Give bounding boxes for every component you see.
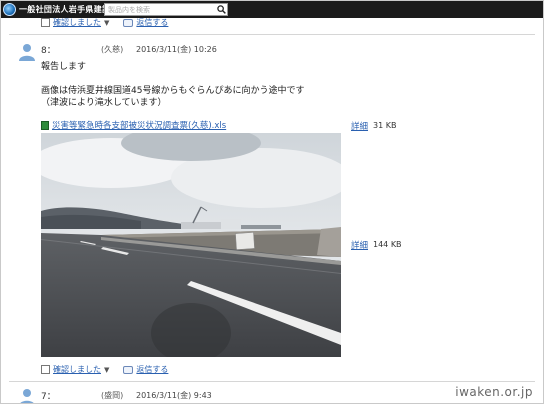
reply-icon (123, 18, 134, 27)
post-actions: 確認しました ▼ 返信する (41, 364, 182, 375)
post-author: (盛岡) (101, 391, 124, 400)
road-photo-image (41, 133, 341, 357)
post-body-line (41, 73, 304, 85)
divider (9, 381, 535, 382)
divider (9, 34, 535, 35)
post-number: 8： (41, 46, 56, 56)
org-emblem-icon (3, 3, 16, 16)
attachment-detail-link[interactable]: 詳細 (351, 120, 368, 132)
search-button[interactable] (215, 4, 227, 15)
search-box (104, 3, 228, 16)
user-avatar-icon (19, 44, 35, 61)
chevron-down-icon[interactable]: ▼ (104, 366, 109, 374)
image-detail-link[interactable]: 詳細 (351, 239, 368, 251)
site-watermark: iwaken.or.jp (455, 385, 533, 399)
post-number: 7： (41, 392, 56, 402)
attachment-link[interactable]: 災害等緊急時各支部被災状況調査票(久慈).xls (41, 119, 226, 131)
post-body-line: 報告します (41, 62, 87, 72)
top-header: 一般社団法人岩手県建設業協会 (1, 1, 543, 18)
attachment-size: 31 KB (373, 121, 397, 130)
reply-button[interactable]: 返信する (123, 17, 168, 28)
checkbox-icon (41, 18, 50, 27)
excel-file-icon (41, 120, 49, 130)
search-icon (216, 5, 226, 14)
search-input[interactable] (105, 4, 216, 15)
reply-icon (123, 365, 134, 374)
confirm-button[interactable]: 確認しました ▼ (41, 364, 109, 375)
checkbox-icon (41, 365, 50, 374)
prev-post-actions: 確認しました ▼ 返信する (41, 17, 182, 28)
user-avatar-icon (20, 389, 34, 403)
confirm-button[interactable]: 確認しました ▼ (41, 17, 109, 28)
post-date: 2016/3/11(金) 10:26 (136, 45, 217, 54)
post-body: 報告します 画像は侍浜夏井線国道45号線からもぐらんぴあに向かう途中です （津波… (41, 61, 304, 109)
post-body-line: （津波により滝水しています） (41, 98, 167, 108)
post-date: 2016/3/11(金) 9:43 (136, 391, 212, 400)
attached-photo[interactable] (41, 133, 341, 357)
app-frame: 一般社団法人岩手県建設業協会 確認しました ▼ 返信する 8： (0, 0, 544, 404)
chevron-down-icon[interactable]: ▼ (104, 19, 109, 27)
post-author: (久慈) (101, 45, 124, 54)
reply-button[interactable]: 返信する (123, 364, 168, 375)
image-size: 144 KB (373, 240, 402, 249)
post-body-line: 画像は侍浜夏井線国道45号線からもぐらんぴあに向かう途中です (41, 86, 305, 96)
